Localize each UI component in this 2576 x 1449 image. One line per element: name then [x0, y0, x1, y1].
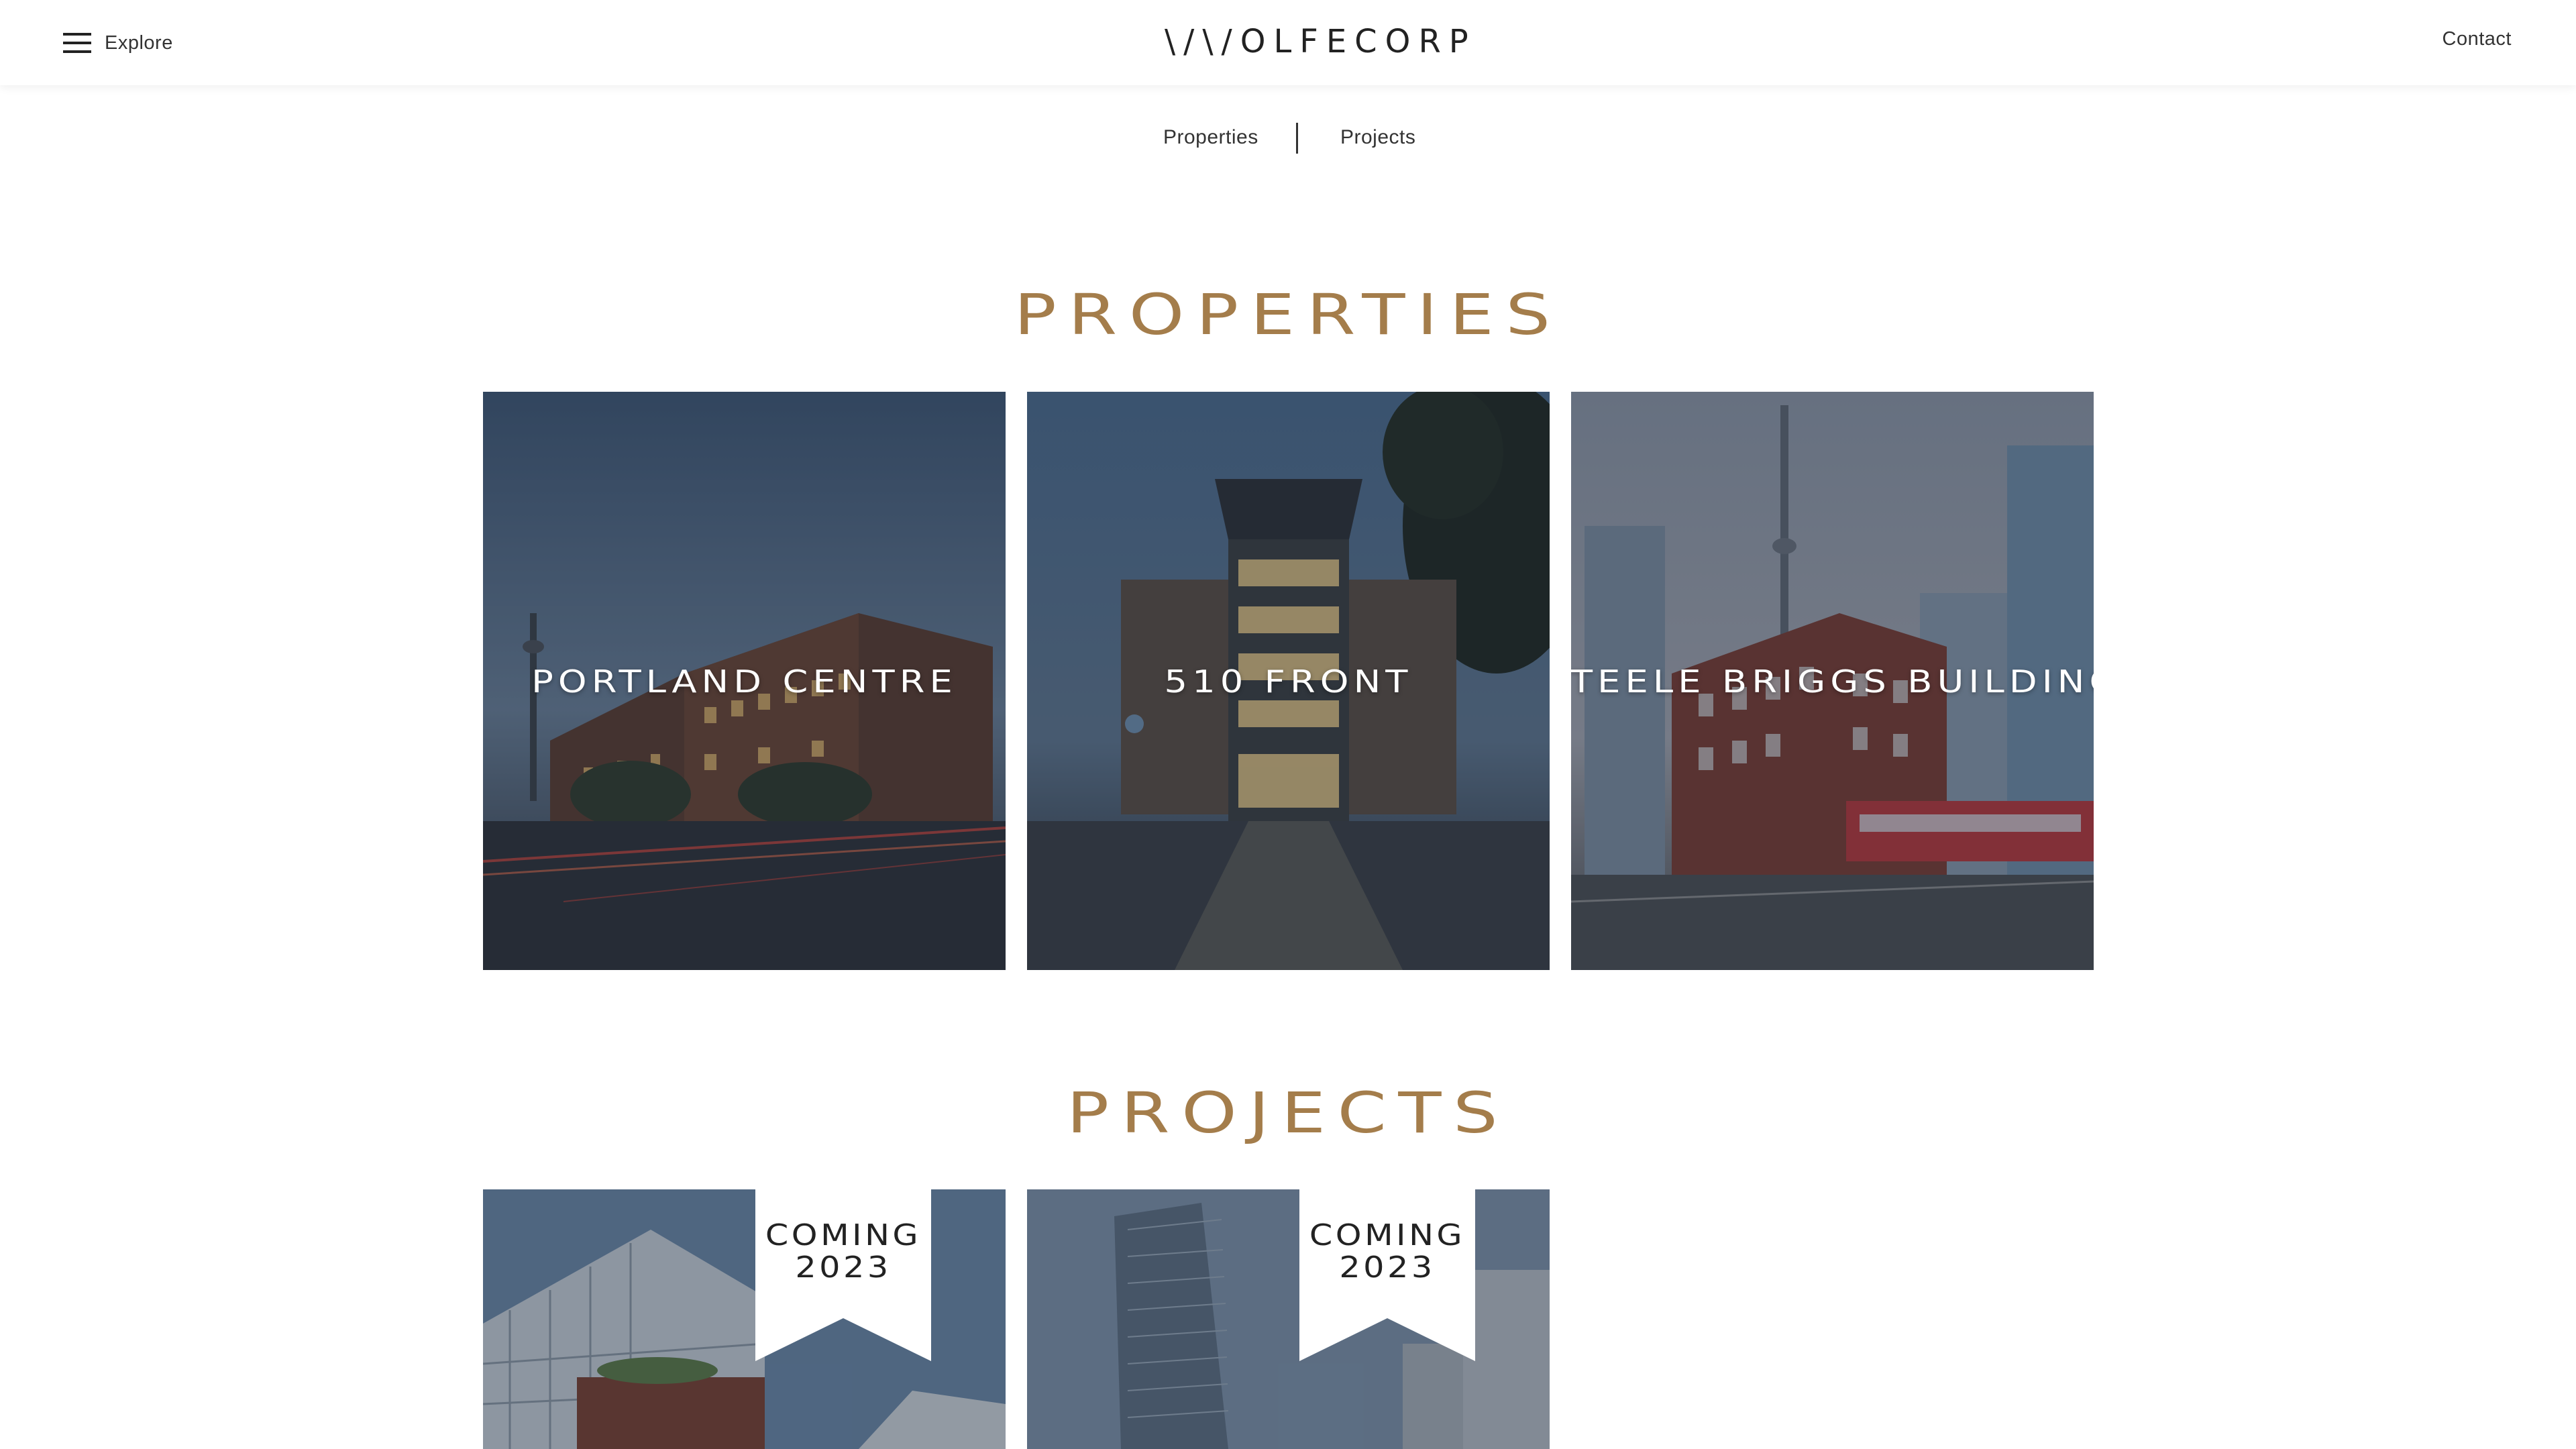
property-name: PORTLAND CENTRE	[531, 663, 957, 700]
coming-soon-badge: COMING 2023	[755, 1189, 931, 1361]
property-name: 510 FRONT	[1164, 663, 1413, 700]
badge-line-1: COMING	[1309, 1218, 1466, 1252]
subnav-properties-link[interactable]: Properties	[1163, 126, 1258, 149]
badge-line-1: COMING	[765, 1218, 922, 1252]
projects-heading: PROJECTS	[1066, 1080, 1510, 1146]
section-subnav: Properties Projects	[0, 121, 2576, 156]
badge-line-2: 2023	[1339, 1250, 1436, 1285]
property-card-portland-centre[interactable]: PORTLAND CENTRE	[483, 392, 1006, 970]
subnav-divider	[1296, 123, 1298, 154]
site-header: Explore \/\/OLFECORP Contact	[0, 0, 2576, 85]
property-card-510-front[interactable]: 510 FRONT	[1027, 392, 1550, 970]
property-card-steele-briggs-building[interactable]: STEELE BRIGGS BUILDING	[1571, 392, 2094, 970]
explore-menu-button[interactable]: Explore	[63, 30, 173, 56]
project-card-2[interactable]: COMING 2023	[1027, 1189, 1550, 1449]
badge-line-2: 2023	[795, 1250, 892, 1285]
contact-link[interactable]: Contact	[2443, 28, 2512, 50]
subnav-projects-link[interactable]: Projects	[1340, 126, 1415, 149]
wolfecorp-logo[interactable]: \/\/OLFECORP	[1165, 23, 1468, 60]
property-name: STEELE BRIGGS BUILDING	[1571, 663, 2094, 700]
hamburger-icon	[63, 32, 91, 54]
coming-soon-badge: COMING 2023	[1299, 1189, 1475, 1361]
project-card-1[interactable]: COMING 2023	[483, 1189, 1006, 1449]
properties-heading: PROPERTIES	[1014, 282, 1562, 347]
explore-label: Explore	[105, 32, 173, 54]
